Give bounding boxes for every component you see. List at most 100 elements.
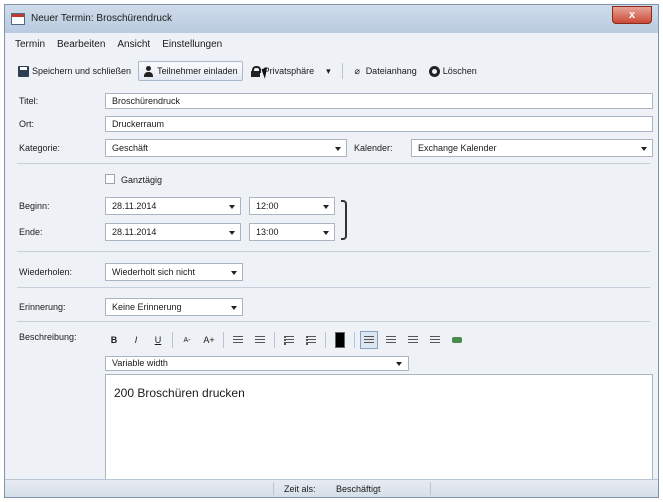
window-title: Neuer Termin: Broschürendruck [31,13,172,24]
underline-button[interactable]: U [149,331,167,349]
repeat-select[interactable]: Wiederholt sich nicht [105,263,243,281]
invite-attendees-label: Teilnehmer einladen [157,66,238,76]
calendar-app-icon [11,13,25,25]
outdent-icon [233,335,243,345]
start-time-select[interactable]: 12:00 [249,197,335,215]
title-input[interactable]: Broschürendruck [105,93,653,109]
chevron-down-icon [231,306,237,310]
align-left-icon [364,335,374,345]
indent-button[interactable] [251,331,269,349]
chevron-down-icon [229,231,235,235]
save-close-label: Speichern und schließen [32,66,132,76]
location-label: Ort: [19,119,34,129]
calendar-select[interactable]: Exchange Kalender [411,139,653,157]
end-date-value: 28.11.2014 [112,227,157,237]
description-text: 200 Broschüren drucken [114,386,245,400]
chevron-down-icon [229,205,235,209]
event-form: Titel: Broschürendruck Ort: Druckerraum … [13,88,654,481]
menu-einstellungen[interactable]: Einstellungen [160,39,224,55]
text-color-button[interactable] [331,331,349,349]
format-separator [172,332,173,348]
format-separator [274,332,275,348]
category-select[interactable]: Geschäft [105,139,347,157]
end-time-select[interactable]: 13:00 [249,223,335,241]
menu-bar: Termin Bearbeiten Ansicht Einstellungen [13,39,224,55]
italic-button[interactable]: I [127,331,145,349]
category-label: Kategorie: [19,143,61,153]
menu-termin[interactable]: Termin [13,39,47,55]
reminder-select[interactable]: Keine Erinnerung [105,298,243,316]
align-center-button[interactable] [382,331,400,349]
allday-checkbox[interactable] [105,174,115,184]
reminder-value: Keine Erinnerung [112,302,182,312]
close-button[interactable]: x [612,6,652,24]
align-right-button[interactable] [404,331,422,349]
privacy-button[interactable]: Privatsphäre [245,61,320,81]
link-chain-icon[interactable] [341,200,347,240]
title-bar: Neuer Termin: Broschürendruck x [5,5,658,33]
format-toolbar: B I U A- A+ [105,328,653,352]
end-date-select[interactable]: 28.11.2014 [105,223,241,241]
numbered-list-button[interactable] [280,331,298,349]
person-icon [143,65,154,77]
end-time-value: 13:00 [256,227,279,237]
calendar-value: Exchange Kalender [418,143,497,153]
align-right-icon [408,335,418,345]
divider [17,251,650,252]
align-justify-button[interactable] [426,331,444,349]
start-date-value: 28.11.2014 [112,201,157,211]
smiley-icon [452,337,462,343]
bold-button[interactable]: B [105,331,123,349]
bullet-list-button[interactable] [302,331,320,349]
show-time-as-label: Zeit als: [284,484,316,494]
attachment-label: Dateianhang [365,66,417,76]
invite-attendees-button[interactable]: Teilnehmer einladen [138,61,243,81]
outdent-button[interactable] [229,331,247,349]
delete-button[interactable]: Löschen [424,61,482,81]
font-smaller-button[interactable]: A- [178,331,196,349]
status-bar: Zeit als: Beschäftigt [5,479,658,497]
privacy-label: Privatsphäre [263,66,315,76]
title-label: Titel: [19,96,39,106]
privacy-dropdown-button[interactable]: ▾ [321,61,336,81]
font-select[interactable]: Variable width [105,356,409,371]
chevron-down-icon [396,362,402,366]
description-editor[interactable]: 200 Broschüren drucken [105,374,653,480]
font-value: Variable width [112,358,168,368]
menu-ansicht[interactable]: Ansicht [115,39,152,55]
start-label: Beginn: [19,201,50,211]
calendar-label: Kalender: [354,143,393,153]
chevron-down-icon [323,205,329,209]
divider [17,287,650,288]
start-time-value: 12:00 [256,201,279,211]
paperclip-icon: ⌀ [354,65,360,76]
menu-bearbeiten[interactable]: Bearbeiten [55,39,107,55]
numbered-list-icon [284,335,294,345]
toolbar: Speichern und schließen Teilnehmer einla… [13,60,652,82]
delete-icon [428,65,440,77]
divider [17,321,650,322]
status-divider [430,482,431,495]
save-close-button[interactable]: Speichern und schließen [13,61,136,81]
show-time-as-value[interactable]: Beschäftigt [336,484,381,494]
bullet-list-icon [306,335,316,345]
end-label: Ende: [19,227,43,237]
chevron-down-icon [323,231,329,235]
font-larger-button[interactable]: A+ [200,331,218,349]
location-input[interactable]: Druckerraum [105,116,653,132]
chevron-down-icon: ▾ [326,65,331,76]
start-date-select[interactable]: 28.11.2014 [105,197,241,215]
allday-label: Ganztägig [121,175,163,185]
category-value: Geschäft [112,143,149,153]
format-separator [354,332,355,348]
indent-icon [255,335,265,345]
chevron-down-icon [641,147,647,151]
align-left-button[interactable] [360,331,378,349]
chevron-down-icon [231,271,237,275]
toolbar-separator [341,63,343,79]
repeat-value: Wiederholt sich nicht [112,267,196,277]
attachment-button[interactable]: ⌀ Dateianhang [347,61,422,81]
description-label: Beschreibung: [19,332,77,342]
insert-smiley-button[interactable] [448,331,466,349]
align-justify-icon [430,335,440,345]
